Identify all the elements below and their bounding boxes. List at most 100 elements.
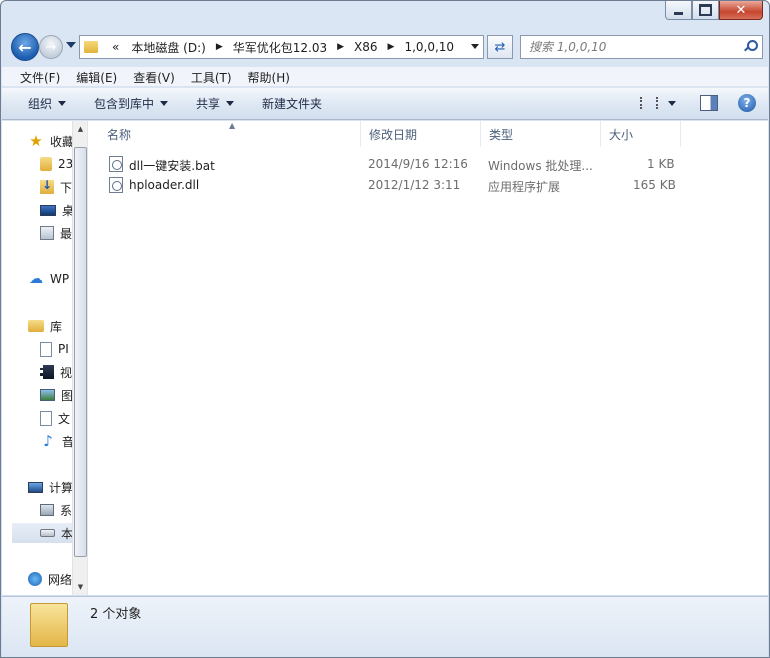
nav-fav-item-desktop[interactable]: 桌 (40, 200, 74, 220)
address-bar[interactable]: « 本地磁盘 (D:) ▶ 华军优化包12.03 ▶ X86 ▶ 1,0,0,1… (79, 35, 484, 59)
nav-label: 23 (58, 157, 74, 171)
column-header-type[interactable]: 类型 (481, 121, 601, 147)
include-library-label: 包含到库中 (94, 97, 155, 111)
address-dropdown-icon[interactable] (471, 44, 479, 49)
nav-favorites[interactable]: ★ 收藏 (28, 131, 74, 151)
toolbar-right: ? (640, 94, 756, 112)
folder-icon (30, 603, 68, 647)
minimize-button[interactable] (665, 1, 692, 20)
nav-lib-documents[interactable]: 文 (40, 408, 70, 428)
nav-label: WP (50, 272, 70, 286)
back-arrow-icon: ← (18, 37, 32, 57)
nav-label: 网络 (48, 572, 73, 587)
nav-lib-videos[interactable]: 视 (40, 362, 72, 382)
nav-pc-system[interactable]: 系 (40, 500, 72, 520)
breadcrumb-x86[interactable]: X86 (348, 40, 384, 54)
close-button[interactable]: ✕ (719, 1, 763, 20)
file-modified: 2014/9/16 12:16 (368, 157, 468, 171)
organize-label: 组织 (28, 97, 53, 111)
nav-fav-item-recent[interactable]: 最 (40, 223, 72, 243)
chevron-right-icon[interactable]: ▶ (384, 42, 399, 52)
folder-icon (84, 41, 98, 53)
chevron-down-icon (160, 101, 169, 106)
help-icon[interactable]: ? (738, 94, 756, 112)
column-type-label: 类型 (489, 127, 514, 142)
nav-libraries[interactable]: 库 (28, 316, 62, 336)
menu-file[interactable]: 文件(F) (12, 67, 68, 86)
folder-icon (40, 157, 52, 171)
scroll-down-icon[interactable]: ▼ (73, 579, 87, 595)
breadcrumb-overflow[interactable]: « (106, 40, 125, 54)
scrollbar-thumb[interactable] (74, 147, 87, 557)
column-header-size[interactable]: 大小 (601, 121, 681, 147)
music-icon: ♪ (43, 432, 53, 450)
nav-label: 系 (60, 503, 73, 518)
file-size: 1 KB (647, 157, 675, 171)
recent-pages-dropdown[interactable] (66, 42, 76, 48)
file-list: ▲ 名称 修改日期 类型 大小 dll一键安装.bat 2014/9/16 12… (89, 121, 768, 595)
forward-button[interactable]: → (39, 35, 63, 59)
file-name: dll一键安装.bat (129, 159, 215, 173)
chevron-right-icon[interactable]: ▶ (333, 42, 348, 52)
document-icon (40, 341, 52, 357)
nav-scrollbar[interactable]: ▲ ▼ (72, 121, 87, 595)
chevron-down-icon[interactable] (668, 100, 676, 106)
column-header-name[interactable]: 名称 (99, 121, 361, 147)
refresh-button[interactable]: ⇄ (487, 35, 513, 59)
scroll-up-icon[interactable]: ▲ (73, 121, 87, 137)
organize-button[interactable]: 组织 (18, 95, 76, 112)
computer-icon (28, 481, 43, 493)
preview-pane-icon[interactable] (700, 95, 718, 111)
library-icon (28, 320, 44, 332)
nav-label: 视 (60, 365, 73, 380)
breadcrumb-current[interactable]: 1,0,0,10 (398, 40, 460, 54)
nav-label: 下 (60, 180, 73, 195)
chevron-right-icon[interactable]: ▶ (212, 42, 227, 52)
file-row[interactable]: hploader.dll 2012/1/12 3:11 应用程序扩展 165 K… (89, 175, 689, 195)
nav-lib-music[interactable]: ♪ 音 (40, 431, 74, 451)
recent-places-icon (40, 226, 54, 240)
menu-tools[interactable]: 工具(T) (183, 67, 240, 86)
close-icon: ✕ (735, 2, 747, 18)
system-drive-icon (40, 504, 54, 516)
column-header-modified[interactable]: 修改日期 (361, 121, 481, 147)
share-button[interactable]: 共享 (186, 95, 244, 112)
include-library-button[interactable]: 包含到库中 (84, 95, 178, 112)
search-box[interactable] (520, 35, 763, 59)
new-folder-label: 新建文件夹 (262, 97, 323, 111)
views-icon[interactable] (640, 97, 658, 109)
menu-edit[interactable]: 编辑(E) (68, 67, 125, 86)
downloads-icon (40, 178, 54, 194)
menu-help[interactable]: 帮助(H) (240, 67, 298, 86)
explorer-window: ✕ ← → « 本地磁盘 (D:) ▶ 华军优化包12.03 ▶ X86 ▶ 1… (0, 0, 770, 658)
nav-computer[interactable]: 计算 (28, 477, 73, 497)
search-icon[interactable] (744, 40, 758, 52)
column-size-label: 大小 (609, 127, 634, 142)
nav-label: 库 (50, 319, 63, 334)
nav-network[interactable]: 网络 (28, 569, 72, 589)
maximize-button[interactable] (692, 1, 719, 20)
desktop-icon (40, 204, 56, 216)
nav-wps[interactable]: ☁ WP (28, 269, 69, 289)
refresh-icon: ⇄ (494, 39, 506, 55)
details-pane: 2 个对象 (2, 596, 768, 657)
breadcrumb: « 本地磁盘 (D:) ▶ 华军优化包12.03 ▶ X86 ▶ 1,0,0,1… (106, 39, 460, 56)
breadcrumb-folder[interactable]: 华军优化包12.03 (227, 39, 333, 56)
back-button[interactable]: ← (11, 33, 39, 61)
search-input[interactable] (521, 36, 731, 58)
navigation-pane: ★收藏 23 下 桌 最 ☁WP 库 PI 视 图 文 ♪音 计算 系 本 网络… (2, 121, 88, 595)
nav-lib-pictures[interactable]: 图 (40, 385, 73, 405)
nav-fav-item-downloads[interactable]: 下 (40, 177, 72, 197)
picture-icon (40, 389, 55, 401)
new-folder-button[interactable]: 新建文件夹 (252, 95, 332, 112)
dll-file-icon (109, 177, 123, 193)
star-icon: ★ (29, 132, 43, 150)
share-label: 共享 (196, 97, 221, 111)
drive-icon (40, 529, 55, 537)
nav-lib-item-1[interactable]: PI (40, 339, 69, 359)
menu-view[interactable]: 查看(V) (125, 67, 183, 86)
breadcrumb-drive[interactable]: 本地磁盘 (D:) (125, 39, 211, 56)
file-row[interactable]: dll一键安装.bat 2014/9/16 12:16 Windows 批处理.… (89, 154, 689, 174)
file-type: Windows 批处理... (488, 159, 593, 173)
nav-fav-item-1[interactable]: 23 (40, 154, 73, 174)
